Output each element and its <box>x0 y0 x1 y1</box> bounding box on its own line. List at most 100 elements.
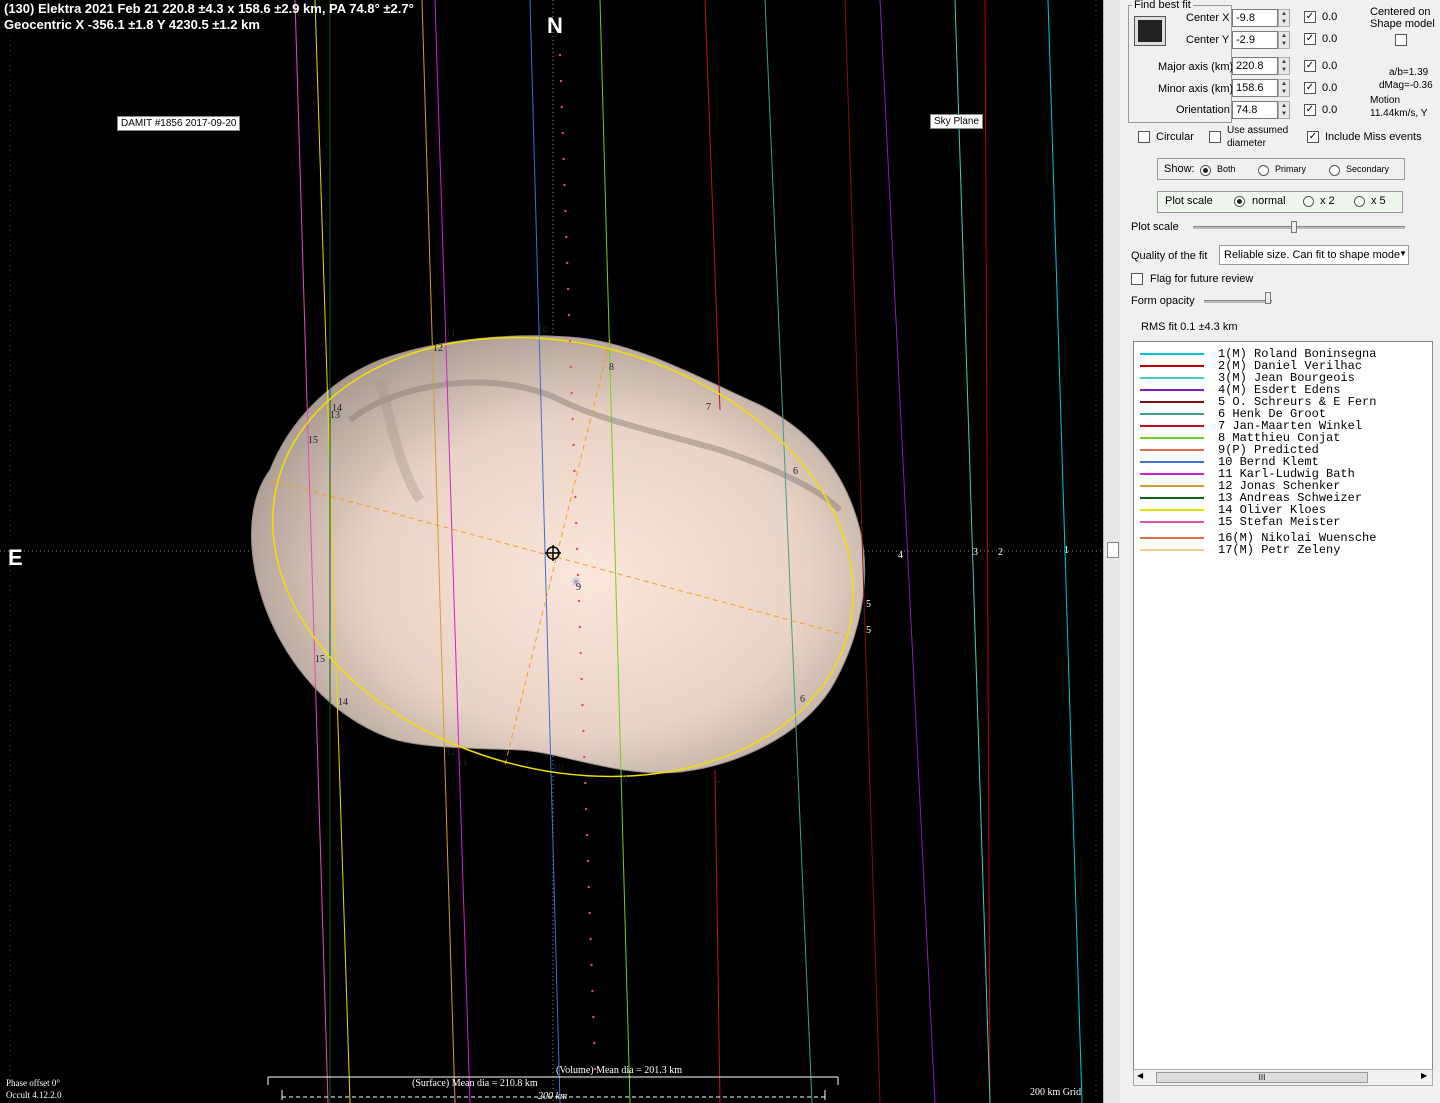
observer-name: 15 Stefan Meister <box>1218 515 1341 529</box>
minor-axis-label: Minor axis (km) <box>1158 83 1234 95</box>
volume-mean-dia: (Volume) Mean dia = 201.3 km <box>556 1065 682 1076</box>
list-item[interactable]: 15 Stefan Meister <box>1134 515 1432 529</box>
minor-axis-step: 0.0 <box>1322 82 1338 94</box>
diameter-label: diameter <box>1227 138 1266 149</box>
orientation-label: Orientation <box>1176 104 1230 116</box>
center-x-step: 0.0 <box>1322 11 1338 23</box>
scale-x2-radio[interactable] <box>1303 196 1314 207</box>
observer-color-swatch <box>1140 537 1204 539</box>
predicted-path-dot <box>568 339 572 343</box>
observer-name: 17(M) Petr Zeleny <box>1218 543 1341 557</box>
orientation-checkbox[interactable]: ✓ <box>1304 104 1316 116</box>
predicted-path-dot <box>560 105 563 109</box>
chord-label: 15 <box>315 654 325 665</box>
surface-mean-dia: (Surface) Mean dia = 210.8 km <box>412 1078 538 1089</box>
predicted-path-dot <box>588 911 591 915</box>
predicted-path-dot <box>577 599 581 603</box>
predicted-path-dot <box>572 443 575 447</box>
use-assumed-diameter-checkbox[interactable] <box>1209 131 1221 143</box>
centered-on-shape-checkbox[interactable] <box>1395 34 1407 46</box>
predicted-path-dot <box>581 703 584 707</box>
center-y-input[interactable]: -2.9 <box>1232 31 1278 49</box>
major-axis-input[interactable]: 220.8 <box>1232 57 1278 75</box>
rms-fit: RMS fit 0.1 ±4.3 km <box>1141 321 1238 333</box>
chord-label: 2 <box>998 547 1003 558</box>
predicted-path-dot <box>579 651 582 655</box>
show-both-radio[interactable] <box>1200 165 1211 176</box>
minor-axis-checkbox[interactable]: ✓ <box>1304 82 1316 94</box>
plot-scale-slider-thumb[interactable] <box>1291 221 1297 233</box>
center-x-label: Center X <box>1186 12 1230 24</box>
observer-list-hscrollbar[interactable]: ◀ III ▶ <box>1133 1069 1433 1086</box>
predicted-path-dot <box>580 677 583 681</box>
event-title: (130) Elektra 2021 Feb 21 220.8 ±4.3 x 1… <box>4 1 414 16</box>
circular-checkbox[interactable] <box>1138 131 1150 143</box>
predicted-path-dot <box>567 313 571 317</box>
plot-vertical-scrollbar[interactable] <box>1103 0 1121 1103</box>
center-x-input[interactable]: -9.8 <box>1232 9 1278 27</box>
predicted-path-dot <box>566 261 569 265</box>
center-y-step: 0.0 <box>1322 33 1338 45</box>
observer-color-swatch <box>1140 485 1204 487</box>
chord-label: 6 <box>793 466 798 477</box>
quality-dropdown[interactable]: Reliable size. Can fit to shape mode <box>1219 245 1409 265</box>
predicted-path-dot <box>559 79 563 83</box>
scroll-right-icon[interactable]: ▶ <box>1421 1071 1427 1080</box>
plot-canvas: ✳ 12345566778891010111112121314141515 <box>0 0 1103 1103</box>
plot-scale-slider[interactable] <box>1193 226 1405 229</box>
shape-model-label: Shape model <box>1370 18 1435 30</box>
chord-label: 10 <box>553 763 563 774</box>
major-axis-spinner[interactable]: ▲ ▼ <box>1278 57 1290 75</box>
circular-label: Circular <box>1156 131 1194 143</box>
major-axis-label: Major axis (km) <box>1158 61 1234 73</box>
chord-line <box>704 0 721 411</box>
predicted-path-dot <box>583 755 586 759</box>
control-panel: Find best fit Center X -9.8 ▲ ▼ ✓ 0.0 Cen… <box>1120 0 1440 1103</box>
predicted-path-dot <box>565 235 568 239</box>
center-y-spinner[interactable]: ▲ ▼ <box>1278 31 1290 49</box>
observer-list[interactable]: 1(M) Roland Boninsegna 2(M) Daniel Verilh… <box>1133 341 1433 1086</box>
center-y-checkbox[interactable]: ✓ <box>1304 33 1316 45</box>
predicted-path-dot <box>589 937 592 941</box>
show-primary-radio[interactable] <box>1258 165 1269 176</box>
show-secondary-radio[interactable] <box>1329 165 1340 176</box>
quality-label: Quality of the fit <box>1131 250 1208 262</box>
flag-review-checkbox[interactable] <box>1131 273 1143 285</box>
phase-offset: Phase offset 0° <box>6 1078 60 1088</box>
find-best-fit-button[interactable] <box>1134 16 1166 46</box>
chord-label: 14 <box>332 403 342 414</box>
scrollbar-thumb[interactable] <box>1107 542 1119 558</box>
chord-label: 7 <box>706 402 711 413</box>
minor-axis-spinner[interactable]: ▲ ▼ <box>1278 79 1290 97</box>
orientation-spinner[interactable]: ▲ ▼ <box>1278 101 1290 119</box>
occultation-plot[interactable]: ✳ 1 2 3 4 5 5 6 6 7 7 8 8 9 10 10 11 11 12 12 13 14 14 15 15 (1… <box>0 0 1103 1103</box>
orientation-input[interactable]: 74.8 <box>1232 101 1278 119</box>
scale-x2-label: x 2 <box>1320 195 1335 207</box>
scale-normal-radio[interactable] <box>1234 196 1245 207</box>
motion-label: Motion <box>1370 95 1401 106</box>
scale-normal-label: normal <box>1252 195 1286 207</box>
quality-value: Reliable size. Can fit to shape mode <box>1224 249 1401 261</box>
center-x-checkbox[interactable]: ✓ <box>1304 11 1316 23</box>
center-x-spinner[interactable]: ▲ ▼ <box>1278 9 1290 27</box>
observer-color-swatch <box>1140 413 1204 415</box>
observer-list-hscroll-thumb[interactable]: III <box>1156 1072 1368 1083</box>
major-axis-checkbox[interactable]: ✓ <box>1304 60 1316 72</box>
scroll-left-icon[interactable]: ◀ <box>1137 1071 1143 1080</box>
form-opacity-slider[interactable] <box>1204 300 1272 303</box>
scale-x5-radio[interactable] <box>1354 196 1365 207</box>
chord-label: 6 <box>800 694 805 705</box>
observer-color-swatch <box>1140 377 1204 379</box>
chord-label: 3 <box>973 547 978 558</box>
sky-plane-label: Sky Plane <box>930 114 984 129</box>
chord-label: 15 <box>308 435 318 446</box>
form-opacity-slider-thumb[interactable] <box>1265 292 1271 304</box>
chevron-down-icon[interactable]: ▼ <box>1399 249 1407 258</box>
chord-label: 8 <box>622 774 627 785</box>
list-item[interactable]: 17(M) Petr Zeleny <box>1134 543 1432 557</box>
minor-axis-input[interactable]: 158.6 <box>1232 79 1278 97</box>
include-miss-checkbox[interactable]: ✓ <box>1307 131 1319 143</box>
include-miss-label: Include Miss events <box>1325 131 1422 143</box>
north-indicator: N <box>547 13 563 38</box>
chord-label: 12 <box>433 343 443 354</box>
